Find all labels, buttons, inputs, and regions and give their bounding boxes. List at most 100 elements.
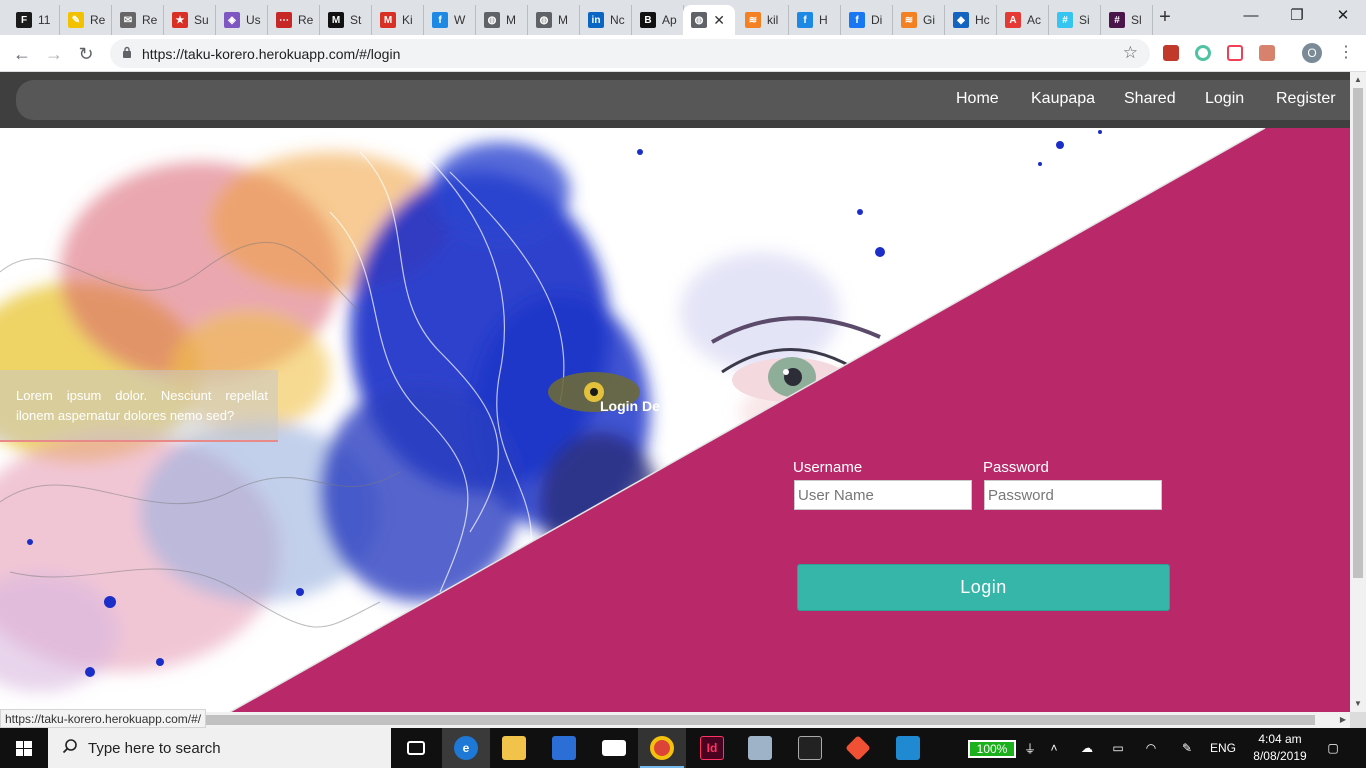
scroll-right-icon[interactable]: ▶ xyxy=(1340,712,1346,728)
tab-7[interactable]: M Ki xyxy=(372,5,424,35)
nav-link-shared[interactable]: Shared xyxy=(1124,90,1176,108)
hero-caption: Lorem ipsum dolor. Nesciunt repellat ilo… xyxy=(0,370,278,442)
tab-4[interactable]: ◈ Us xyxy=(216,5,268,35)
close-tab-icon[interactable]: ✕ xyxy=(713,12,725,29)
tab-favicon-icon: ★ xyxy=(172,12,188,28)
extension-icon-2[interactable] xyxy=(1195,45,1211,61)
new-tab-button[interactable]: + xyxy=(1155,7,1175,27)
tab-label: M xyxy=(558,13,568,27)
tab-label: W xyxy=(454,13,466,27)
task-view-icon[interactable] xyxy=(392,728,440,768)
password-input[interactable] xyxy=(984,480,1162,510)
horizontal-scroll-thumb[interactable] xyxy=(205,715,1315,725)
tab-right-7[interactable]: # Sl xyxy=(1101,5,1153,35)
notifications-icon[interactable]: ▢ xyxy=(1322,728,1344,768)
restore-button[interactable]: ❐ xyxy=(1274,0,1320,32)
onedrive-icon[interactable]: ☁ xyxy=(1076,728,1098,768)
tab-active[interactable]: ◍ ✕ xyxy=(683,5,735,35)
profile-avatar[interactable]: O xyxy=(1302,43,1322,63)
photo-app-icon[interactable] xyxy=(736,728,784,768)
chrome-icon[interactable] xyxy=(638,728,686,768)
tab-label: Re xyxy=(90,13,106,27)
bookmark-star-icon[interactable]: ☆ xyxy=(1123,43,1138,63)
tab-5[interactable]: ⋯ Re xyxy=(268,5,320,35)
tab-favicon-icon: ◆ xyxy=(953,12,969,28)
scroll-down-icon[interactable]: ▼ xyxy=(1350,696,1366,712)
store-icon[interactable] xyxy=(540,728,588,768)
tab-label: Ac xyxy=(1027,13,1042,27)
address-bar[interactable]: https://taku-korero.herokuapp.com/#/logi… xyxy=(110,39,1150,68)
vertical-scroll-thumb[interactable] xyxy=(1353,88,1363,578)
tab-right-0[interactable]: ≋ kil xyxy=(737,5,789,35)
tab-3[interactable]: ★ Su xyxy=(164,5,216,35)
tab-favicon-icon: ≋ xyxy=(901,12,917,28)
taskbar-clock[interactable]: 4:04 am 8/08/2019 xyxy=(1240,731,1320,765)
indesign-icon[interactable]: Id xyxy=(688,728,736,768)
tab-right-2[interactable]: f Di xyxy=(841,5,893,35)
vertical-scrollbar[interactable]: ▲ ▼ xyxy=(1350,72,1366,712)
terminal-icon[interactable] xyxy=(786,728,834,768)
tab-9[interactable]: ◍ M xyxy=(476,5,528,35)
scroll-up-icon[interactable]: ▲ xyxy=(1350,72,1366,88)
tab-label: Us xyxy=(246,13,261,27)
site-navbar: Home Kaupapa Shared Login Register xyxy=(0,72,1350,128)
git-icon[interactable] xyxy=(834,728,882,768)
tab-6[interactable]: M St xyxy=(320,5,372,35)
tab-1[interactable]: ✎ Re xyxy=(60,5,112,35)
show-hidden-icons-chevron[interactable]: ˄ xyxy=(1046,728,1062,768)
status-bar-url: https://taku-korero.herokuapp.com/#/ xyxy=(0,709,207,728)
file-explorer-icon[interactable] xyxy=(490,728,538,768)
windows-start-icon[interactable] xyxy=(0,728,48,768)
tab-0[interactable]: F 11 xyxy=(8,5,60,35)
tab-label: Su xyxy=(194,13,209,27)
taskbar-search-box[interactable]: Type here to search xyxy=(48,728,391,768)
tab-label: Si xyxy=(1079,13,1090,27)
tab-label: Re xyxy=(298,13,314,27)
tab-right-6[interactable]: # Si xyxy=(1049,5,1101,35)
tab-right-5[interactable]: A Ac xyxy=(997,5,1049,35)
battery-icon[interactable]: ▭ xyxy=(1108,728,1128,768)
pen-icon[interactable]: ✎ xyxy=(1176,728,1198,768)
tab-label: Di xyxy=(871,13,883,27)
edge-icon[interactable]: e xyxy=(442,728,490,768)
tab-label: Gi xyxy=(923,13,935,27)
mail-icon[interactable] xyxy=(590,728,638,768)
tab-label: Re xyxy=(142,13,158,27)
tab-11[interactable]: in Nc xyxy=(580,5,632,35)
tab-8[interactable]: fW xyxy=(424,5,476,35)
nav-link-home[interactable]: Home xyxy=(956,90,999,108)
power-plug-icon[interactable]: ⏚ xyxy=(1020,728,1040,768)
tab-10[interactable]: ◍ M xyxy=(528,5,580,35)
wifi-icon[interactable]: ◠ xyxy=(1140,728,1162,768)
tab-label: kil xyxy=(767,13,779,27)
tab-label: M xyxy=(506,13,516,27)
pdf-extension-icon[interactable] xyxy=(1259,45,1275,61)
nav-link-register[interactable]: Register xyxy=(1276,90,1336,108)
battery-indicator[interactable]: 100% xyxy=(968,740,1016,758)
tab-favicon-icon: ⋯ xyxy=(276,12,292,28)
nav-link-kaupapa[interactable]: Kaupapa xyxy=(1031,90,1095,108)
vscode-icon[interactable] xyxy=(884,728,932,768)
url-text: https://taku-korero.herokuapp.com/#/logi… xyxy=(142,46,401,62)
close-window-button[interactable]: ✕ xyxy=(1320,0,1366,32)
username-input[interactable] xyxy=(794,480,972,510)
menu-dots-icon[interactable]: ⋮ xyxy=(1338,43,1354,63)
back-icon[interactable]: ← xyxy=(10,42,34,66)
tab-right-4[interactable]: ◆ Hc xyxy=(945,5,997,35)
tab-right-3[interactable]: ≋ Gi xyxy=(893,5,945,35)
tab-12[interactable]: B Ap xyxy=(632,5,684,35)
pocket-icon[interactable] xyxy=(1227,45,1243,61)
nav-link-login[interactable]: Login xyxy=(1205,90,1244,108)
hero-caption-text: Lorem ipsum dolor. Nesciunt repellat ilo… xyxy=(16,388,268,423)
login-submit-button[interactable]: Login xyxy=(797,564,1170,611)
tab-favicon-icon: f xyxy=(432,12,448,28)
minimize-button[interactable]: — xyxy=(1228,0,1274,32)
tab-label: Sl xyxy=(1131,13,1142,27)
reload-icon[interactable]: ↻ xyxy=(74,42,98,66)
language-indicator[interactable]: ENG xyxy=(1206,728,1240,768)
tab-favicon-icon: f xyxy=(849,12,865,28)
tab-right-1[interactable]: fH xyxy=(789,5,841,35)
forward-icon[interactable]: → xyxy=(42,42,66,66)
extension-icon-1[interactable] xyxy=(1163,45,1179,61)
tab-2[interactable]: ✉ Re xyxy=(112,5,164,35)
